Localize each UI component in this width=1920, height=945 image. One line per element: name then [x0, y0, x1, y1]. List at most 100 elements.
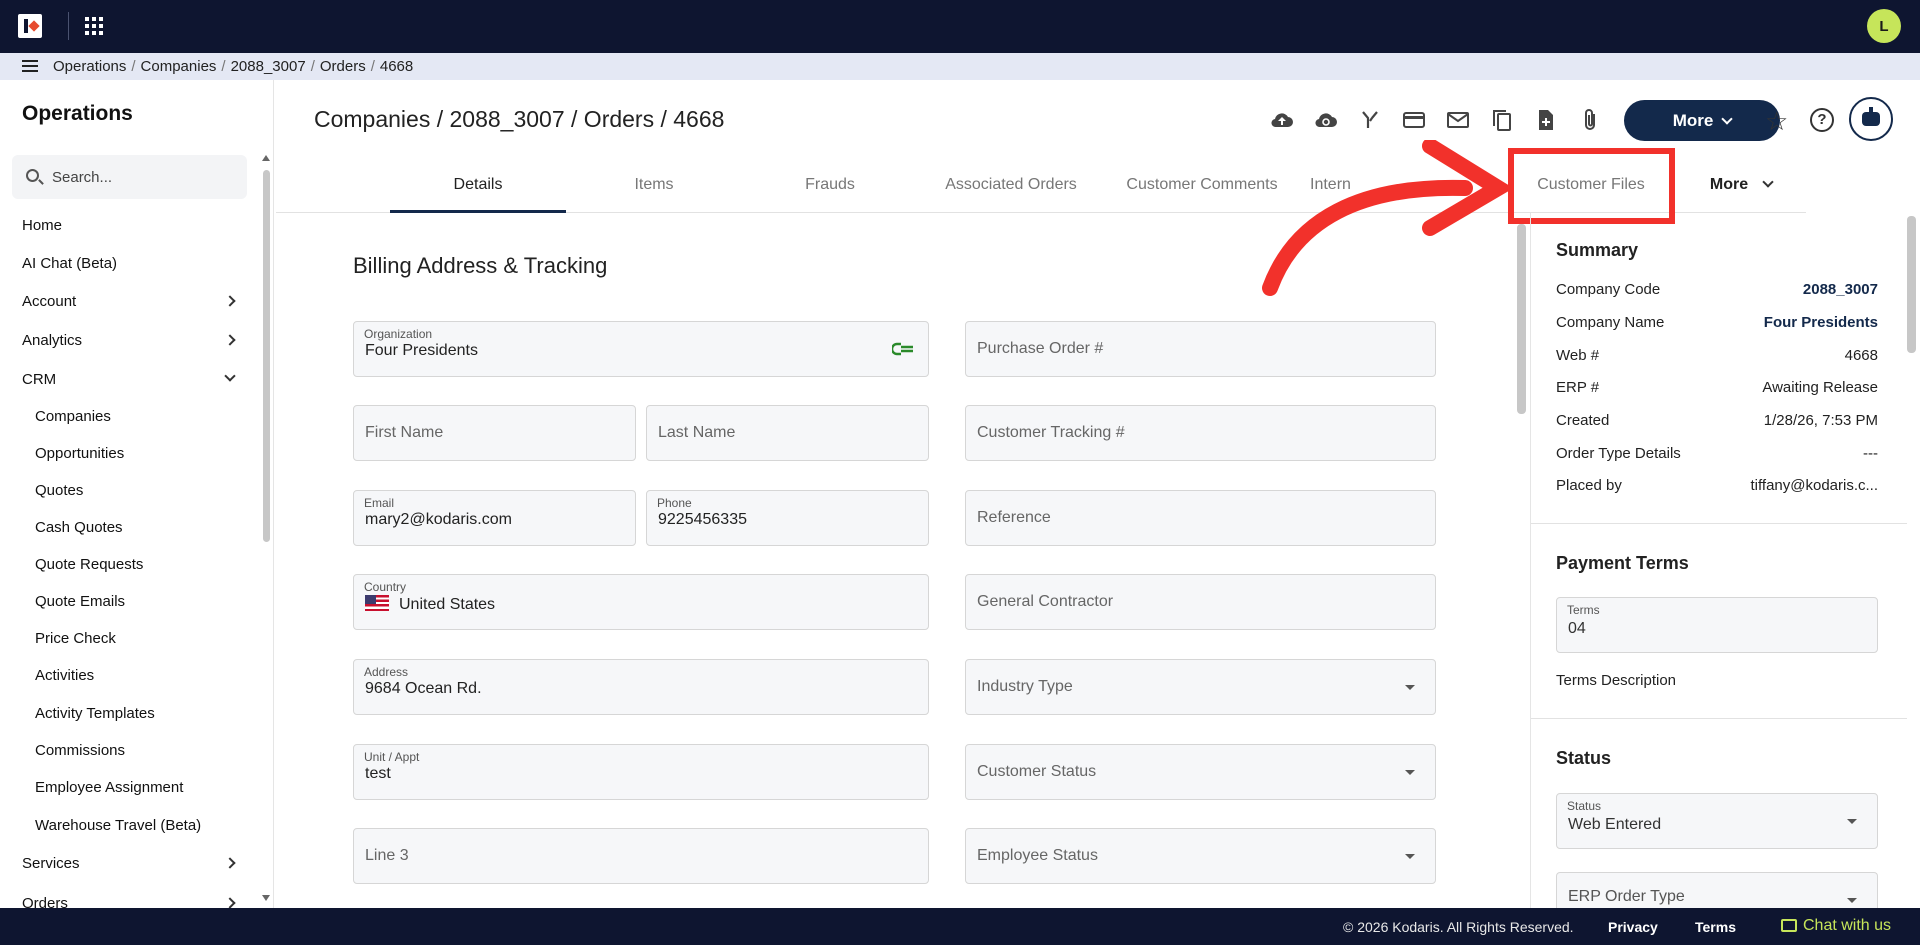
user-avatar[interactable]: L: [1867, 9, 1901, 43]
dropdown-arrow-icon: [1847, 819, 1857, 824]
sidebar-subitem-quotes[interactable]: Quotes: [35, 482, 83, 504]
favorite-star-icon[interactable]: ☆: [1765, 106, 1788, 137]
breadcrumb-item[interactable]: Companies: [141, 58, 217, 75]
chevron-down-icon: [1721, 112, 1733, 125]
tab-items[interactable]: Items: [566, 160, 742, 213]
sidebar-item-services[interactable]: Services: [22, 855, 236, 877]
tab-associated-orders[interactable]: Associated Orders: [918, 160, 1104, 213]
summary-key: Company Code: [1556, 281, 1661, 298]
privacy-link[interactable]: Privacy: [1608, 919, 1658, 935]
panel-scrollbar[interactable]: [1907, 216, 1916, 353]
email-icon[interactable]: [1446, 108, 1470, 132]
organization-link-icon[interactable]: [892, 342, 914, 356]
terms-link[interactable]: Terms: [1695, 919, 1736, 935]
sidebar-item-analytics[interactable]: Analytics: [22, 332, 236, 354]
tab-more[interactable]: More: [1686, 160, 1796, 213]
sidebar-subitem-price-check[interactable]: Price Check: [35, 630, 116, 652]
phone-field[interactable]: Phone 9225456335: [646, 490, 929, 546]
unit-appt-field[interactable]: Unit / Appt test: [353, 744, 929, 800]
chat-with-us-button[interactable]: Chat with us: [1781, 917, 1891, 935]
line3-field[interactable]: Line 3: [353, 828, 929, 884]
kodaris-logo-icon[interactable]: [18, 14, 42, 38]
field-placeholder: Customer Status: [977, 763, 1097, 780]
general-contractor-field[interactable]: General Contractor: [965, 574, 1436, 630]
summary-row: Placed by tiffany@kodaris.c...: [1556, 477, 1878, 499]
last-name-field[interactable]: Last Name: [646, 405, 929, 461]
sidebar-item-ai-chat[interactable]: AI Chat (Beta): [22, 255, 234, 277]
sidebar-item-account[interactable]: Account: [22, 293, 236, 315]
organization-field[interactable]: Organization Four Presidents: [353, 321, 929, 377]
industry-type-select[interactable]: Industry Type: [965, 659, 1436, 715]
sidebar-subitem-cash-quotes[interactable]: Cash Quotes: [35, 519, 123, 541]
sidebar-item-label: CRM: [22, 371, 57, 388]
cloud-upload-icon[interactable]: [1270, 108, 1294, 132]
scroll-up-arrow-icon[interactable]: [262, 155, 270, 161]
help-icon[interactable]: ?: [1810, 108, 1834, 132]
sidebar-item-orders[interactable]: Orders: [22, 895, 236, 908]
erp-order-type-select[interactable]: ERP Order Type: [1556, 872, 1878, 908]
chevron-right-icon: [224, 334, 236, 346]
sidebar-subitem-activity-templates[interactable]: Activity Templates: [35, 705, 155, 727]
search-input[interactable]: [52, 166, 232, 188]
purchase-order-field[interactable]: Purchase Order #: [965, 321, 1436, 377]
apps-grid-icon[interactable]: [85, 17, 105, 37]
reference-field[interactable]: Reference: [965, 490, 1436, 546]
copyright: © 2026 Kodaris. All Rights Reserved.: [1343, 919, 1574, 935]
email-field[interactable]: Email mary2@kodaris.com: [353, 490, 636, 546]
divider: [68, 12, 69, 40]
scroll-down-arrow-icon[interactable]: [262, 895, 270, 901]
dropdown-arrow-icon: [1405, 685, 1415, 690]
employee-status-select[interactable]: Employee Status: [965, 828, 1436, 884]
sidebar-subitem-warehouse-travel[interactable]: Warehouse Travel (Beta): [35, 817, 201, 839]
sidebar-item-label: Services: [22, 855, 80, 872]
company-code-link[interactable]: 2088_3007: [1803, 281, 1878, 298]
field-value: United States: [399, 596, 496, 613]
cloud-sync-icon[interactable]: [1314, 108, 1338, 132]
terms-field[interactable]: Terms 04: [1556, 597, 1878, 653]
tab-more-label: More: [1709, 176, 1749, 193]
address-field[interactable]: Address 9684 Ocean Rd.: [353, 659, 929, 715]
sidebar-scrollbar[interactable]: [263, 170, 270, 542]
first-name-field[interactable]: First Name: [353, 405, 636, 461]
breadcrumb-item[interactable]: 2088_3007: [231, 58, 306, 75]
sidebar-subitem-quote-requests[interactable]: Quote Requests: [35, 556, 143, 578]
more-actions-button[interactable]: More: [1624, 100, 1780, 141]
field-placeholder: ERP Order Type: [1568, 888, 1685, 905]
breadcrumb-item[interactable]: Orders: [320, 58, 366, 75]
main-scrollbar[interactable]: [1517, 224, 1526, 414]
sidebar-subitem-employee-assignment[interactable]: Employee Assignment: [35, 779, 183, 801]
customer-status-select[interactable]: Customer Status: [965, 744, 1436, 800]
status-select[interactable]: Status Web Entered: [1556, 793, 1878, 849]
summary-key: ERP #: [1556, 379, 1600, 396]
tab-frauds[interactable]: Frauds: [742, 160, 918, 213]
field-value: Four Presidents: [365, 342, 478, 359]
field-value: 04: [1568, 620, 1586, 637]
attachment-icon[interactable]: [1578, 108, 1602, 132]
credit-card-icon[interactable]: [1402, 108, 1426, 132]
tab-details[interactable]: Details: [390, 160, 566, 213]
more-actions-label: More: [1672, 110, 1714, 130]
company-name-link[interactable]: Four Presidents: [1764, 314, 1878, 331]
breadcrumb-item[interactable]: Operations: [53, 58, 126, 75]
country-field[interactable]: Country United States: [353, 574, 929, 630]
sidebar-item-crm[interactable]: CRM: [22, 370, 236, 393]
summary-row: Web # 4668: [1556, 347, 1878, 369]
summary-key: Company Name: [1556, 314, 1665, 331]
hamburger-menu-icon[interactable]: [22, 60, 38, 72]
chevron-down-icon: [1762, 176, 1774, 188]
summary-value: tiffany@kodaris.c...: [1750, 477, 1879, 494]
sidebar-subitem-activities[interactable]: Activities: [35, 667, 94, 689]
copy-icon[interactable]: [1490, 108, 1514, 132]
sidebar-subitem-commissions[interactable]: Commissions: [35, 742, 125, 764]
sidebar-subitem-companies[interactable]: Companies: [35, 408, 111, 430]
customer-tracking-field[interactable]: Customer Tracking #: [965, 405, 1436, 461]
add-document-icon[interactable]: [1534, 108, 1558, 132]
merge-icon[interactable]: [1358, 108, 1382, 132]
sidebar-search[interactable]: [12, 155, 247, 199]
breadcrumb-item[interactable]: 4668: [380, 58, 413, 75]
sidebar-subitem-quote-emails[interactable]: Quote Emails: [35, 593, 125, 615]
ai-assistant-bot-icon[interactable]: [1849, 97, 1893, 141]
sidebar-subitem-opportunities[interactable]: Opportunities: [35, 445, 124, 467]
section-title: Billing Address & Tracking: [353, 253, 608, 278]
sidebar-item-home[interactable]: Home: [22, 217, 234, 239]
